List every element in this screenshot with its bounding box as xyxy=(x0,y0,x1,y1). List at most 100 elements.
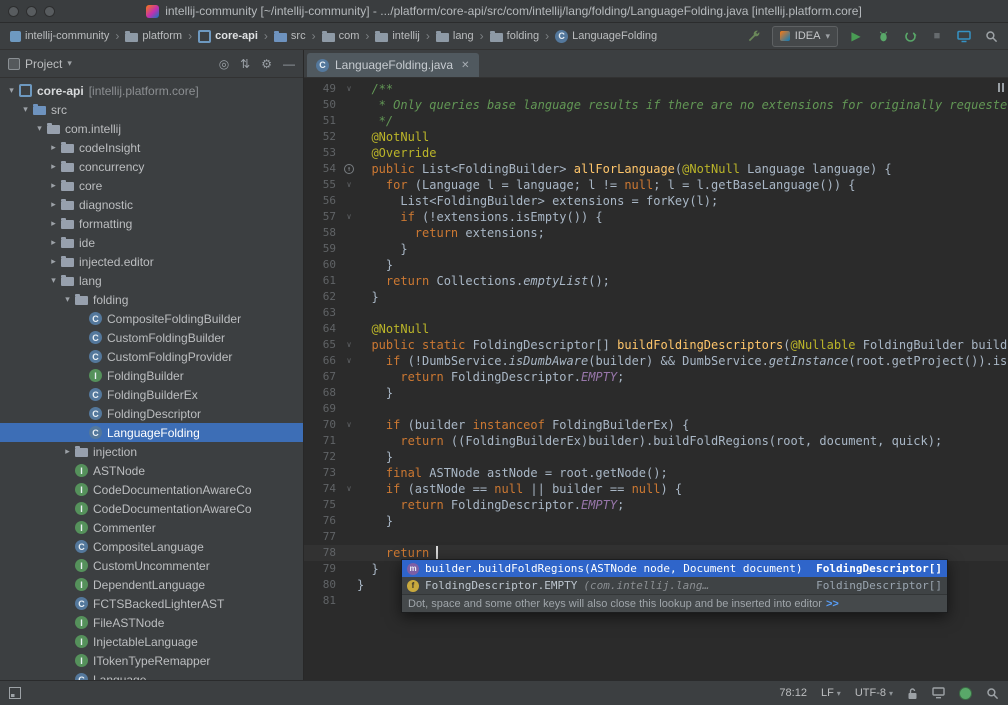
tree-item-ide[interactable]: ▸ ide xyxy=(0,233,303,252)
stop-button[interactable]: ■ xyxy=(928,27,946,45)
code-line-55[interactable]: 55 ∨ for (Language l = language; l != nul… xyxy=(304,177,1008,193)
tree-collapsed-arrow-icon[interactable]: ▸ xyxy=(46,199,61,210)
breadcrumb-item-core-api[interactable]: core-api xyxy=(196,29,260,44)
tree-expanded-arrow-icon[interactable]: ▾ xyxy=(46,275,61,286)
tree-item-codeInsight[interactable]: ▸ codeInsight xyxy=(0,138,303,157)
code-line-70[interactable]: 70 ∨ if (builder instanceof FoldingBuilde… xyxy=(304,417,1008,433)
debug-button[interactable] xyxy=(874,27,892,45)
hector-inspections-button[interactable] xyxy=(959,686,972,700)
code-line-56[interactable]: 56 List<FoldingBuilder> extensions = for… xyxy=(304,193,1008,209)
titlebar[interactable]: intellij-community [~/intellij-community… xyxy=(0,0,1008,23)
breadcrumb-item-com[interactable]: com xyxy=(320,29,362,43)
locate-file-icon[interactable]: ◎ xyxy=(219,57,229,71)
tree-item-CustomUncommenter[interactable]: CustomUncommenter xyxy=(0,556,303,575)
breadcrumb-item-platform[interactable]: platform xyxy=(123,29,184,43)
tree-item-InjectableLanguage[interactable]: InjectableLanguage xyxy=(0,632,303,651)
code-line-58[interactable]: 58 return extensions; xyxy=(304,225,1008,241)
code-line-75[interactable]: 75 return FoldingDescriptor.EMPTY; xyxy=(304,497,1008,513)
toggle-toolwindows-button[interactable] xyxy=(9,687,21,699)
breadcrumb-item-intellij[interactable]: intellij xyxy=(373,29,422,43)
code-line-68[interactable]: 68 } xyxy=(304,385,1008,401)
tree-collapsed-arrow-icon[interactable]: ▸ xyxy=(46,237,61,248)
run-config-selector[interactable]: IDEA ▾ xyxy=(771,25,838,47)
tree-item-ITokenTypeRemapper[interactable]: ITokenTypeRemapper xyxy=(0,651,303,670)
tree-expanded-arrow-icon[interactable]: ▾ xyxy=(60,294,75,305)
tree-collapsed-arrow-icon[interactable]: ▸ xyxy=(46,161,61,172)
tree-collapsed-arrow-icon[interactable]: ▸ xyxy=(60,446,75,457)
code-line-63[interactable]: 63 xyxy=(304,305,1008,321)
code-line-69[interactable]: 69 xyxy=(304,401,1008,417)
code-line-49[interactable]: 49 ∨ /** xyxy=(304,81,1008,97)
override-method-icon[interactable]: ↑ xyxy=(344,164,354,174)
tree-item-diagnostic[interactable]: ▸ diagnostic xyxy=(0,195,303,214)
hint-more-link[interactable]: >> xyxy=(826,596,839,612)
tree-item-Language[interactable]: Language xyxy=(0,670,303,680)
screen-reader-button[interactable] xyxy=(932,687,945,699)
tree-expanded-arrow-icon[interactable]: ▾ xyxy=(4,85,19,96)
tree-item-ASTNode[interactable]: ASTNode xyxy=(0,461,303,480)
code-line-52[interactable]: 52 @NotNull xyxy=(304,129,1008,145)
tree-item-lang[interactable]: ▾ lang xyxy=(0,271,303,290)
tree-item-DependentLanguage[interactable]: DependentLanguage xyxy=(0,575,303,594)
scrollbar-marks[interactable] xyxy=(998,83,1004,92)
code-line-66[interactable]: 66 ∨ if (!DumbService.isDumbAware(builder… xyxy=(304,353,1008,369)
tree-item-LanguageFolding[interactable]: LanguageFolding xyxy=(0,423,303,442)
code-line-64[interactable]: 64 @NotNull xyxy=(304,321,1008,337)
code-line-74[interactable]: 74 ∨ if (astNode == null || builder == nu… xyxy=(304,481,1008,497)
code-line-53[interactable]: 53 @Override xyxy=(304,145,1008,161)
tree-item-injected.editor[interactable]: ▸ injected.editor xyxy=(0,252,303,271)
tree-item-CustomFoldingProvider[interactable]: CustomFoldingProvider xyxy=(0,347,303,366)
encoding-selector[interactable]: UTF-8 ▾ xyxy=(855,687,893,699)
tree-expanded-arrow-icon[interactable]: ▾ xyxy=(32,123,47,134)
tree-item-Commenter[interactable]: Commenter xyxy=(0,518,303,537)
tree-item-FileASTNode[interactable]: FileASTNode xyxy=(0,613,303,632)
tree-collapsed-arrow-icon[interactable]: ▸ xyxy=(46,142,61,153)
settings-gear-icon[interactable]: ⚙ xyxy=(261,57,272,71)
code-line-76[interactable]: 76 } xyxy=(304,513,1008,529)
tree-item-folding[interactable]: ▾ folding xyxy=(0,290,303,309)
tree-item-src[interactable]: ▾ src xyxy=(0,100,303,119)
search-everywhere-button[interactable] xyxy=(982,27,1000,45)
tree-item-FoldingBuilderEx[interactable]: FoldingBuilderEx xyxy=(0,385,303,404)
tree-item-FCTSBackedLighterAST[interactable]: FCTSBackedLighterAST xyxy=(0,594,303,613)
code-line-62[interactable]: 62 } xyxy=(304,289,1008,305)
hide-panel-icon[interactable]: — xyxy=(283,57,295,71)
code-line-59[interactable]: 59 } xyxy=(304,241,1008,257)
code-line-67[interactable]: 67 return FoldingDescriptor.EMPTY; xyxy=(304,369,1008,385)
run-button[interactable]: ▶ xyxy=(847,27,865,45)
code-line-60[interactable]: 60 } xyxy=(304,257,1008,273)
minimize-window-button[interactable] xyxy=(26,5,37,17)
collapse-all-icon[interactable]: ⇅ xyxy=(240,57,250,71)
tree-item-concurrency[interactable]: ▸ concurrency xyxy=(0,157,303,176)
breadcrumb-item-lang[interactable]: lang xyxy=(434,29,476,43)
tree-item-FoldingDescriptor[interactable]: FoldingDescriptor xyxy=(0,404,303,423)
code-line-57[interactable]: 57 ∨ if (!extensions.isEmpty()) { xyxy=(304,209,1008,225)
tree-item-FoldingBuilder[interactable]: FoldingBuilder xyxy=(0,366,303,385)
zoom-window-button[interactable] xyxy=(44,5,55,17)
readonly-toggle-button[interactable] xyxy=(907,687,918,700)
breadcrumb-item-folding[interactable]: folding xyxy=(488,29,541,43)
close-tab-icon[interactable]: ✕ xyxy=(461,60,469,71)
editor-pane[interactable]: 49 ∨ /** 50 * Only queries base language r… xyxy=(304,78,1008,680)
code-line-50[interactable]: 50 * Only queries base language results … xyxy=(304,97,1008,113)
search-button[interactable] xyxy=(986,687,999,700)
tree-item-CustomFoldingBuilder[interactable]: CustomFoldingBuilder xyxy=(0,328,303,347)
caret-position[interactable]: 78:12 xyxy=(779,687,807,699)
tree-item-CodeDocumentationAwareCo[interactable]: CodeDocumentationAwareCo xyxy=(0,499,303,518)
tree-collapsed-arrow-icon[interactable]: ▸ xyxy=(46,256,61,267)
breadcrumb-item-intellij-community[interactable]: intellij-community xyxy=(8,29,111,43)
code-line-54[interactable]: 54 ↑ public List<FoldingBuilder> allForLa… xyxy=(304,161,1008,177)
code-line-73[interactable]: 73 final ASTNode astNode = root.getNode(… xyxy=(304,465,1008,481)
tree-item-core[interactable]: ▸ core xyxy=(0,176,303,195)
code-line-77[interactable]: 77 xyxy=(304,529,1008,545)
code-line-51[interactable]: 51 */ xyxy=(304,113,1008,129)
completion-item[interactable]: FoldingDescriptor.EMPTY (com.intellij.la… xyxy=(402,577,947,594)
tree-item-CompositeLanguage[interactable]: CompositeLanguage xyxy=(0,537,303,556)
tree-item-CompositeFoldingBuilder[interactable]: CompositeFoldingBuilder xyxy=(0,309,303,328)
breadcrumb-item-LanguageFolding[interactable]: LanguageFolding xyxy=(553,29,659,44)
tree-item-core-api[interactable]: ▾ core-api [intellij.platform.core] xyxy=(0,81,303,100)
completion-item[interactable]: builder.buildFoldRegions(ASTNode node, D… xyxy=(402,560,947,577)
tree-collapsed-arrow-icon[interactable]: ▸ xyxy=(46,180,61,191)
build-project-button[interactable] xyxy=(745,27,763,45)
code-line-72[interactable]: 72 } xyxy=(304,449,1008,465)
